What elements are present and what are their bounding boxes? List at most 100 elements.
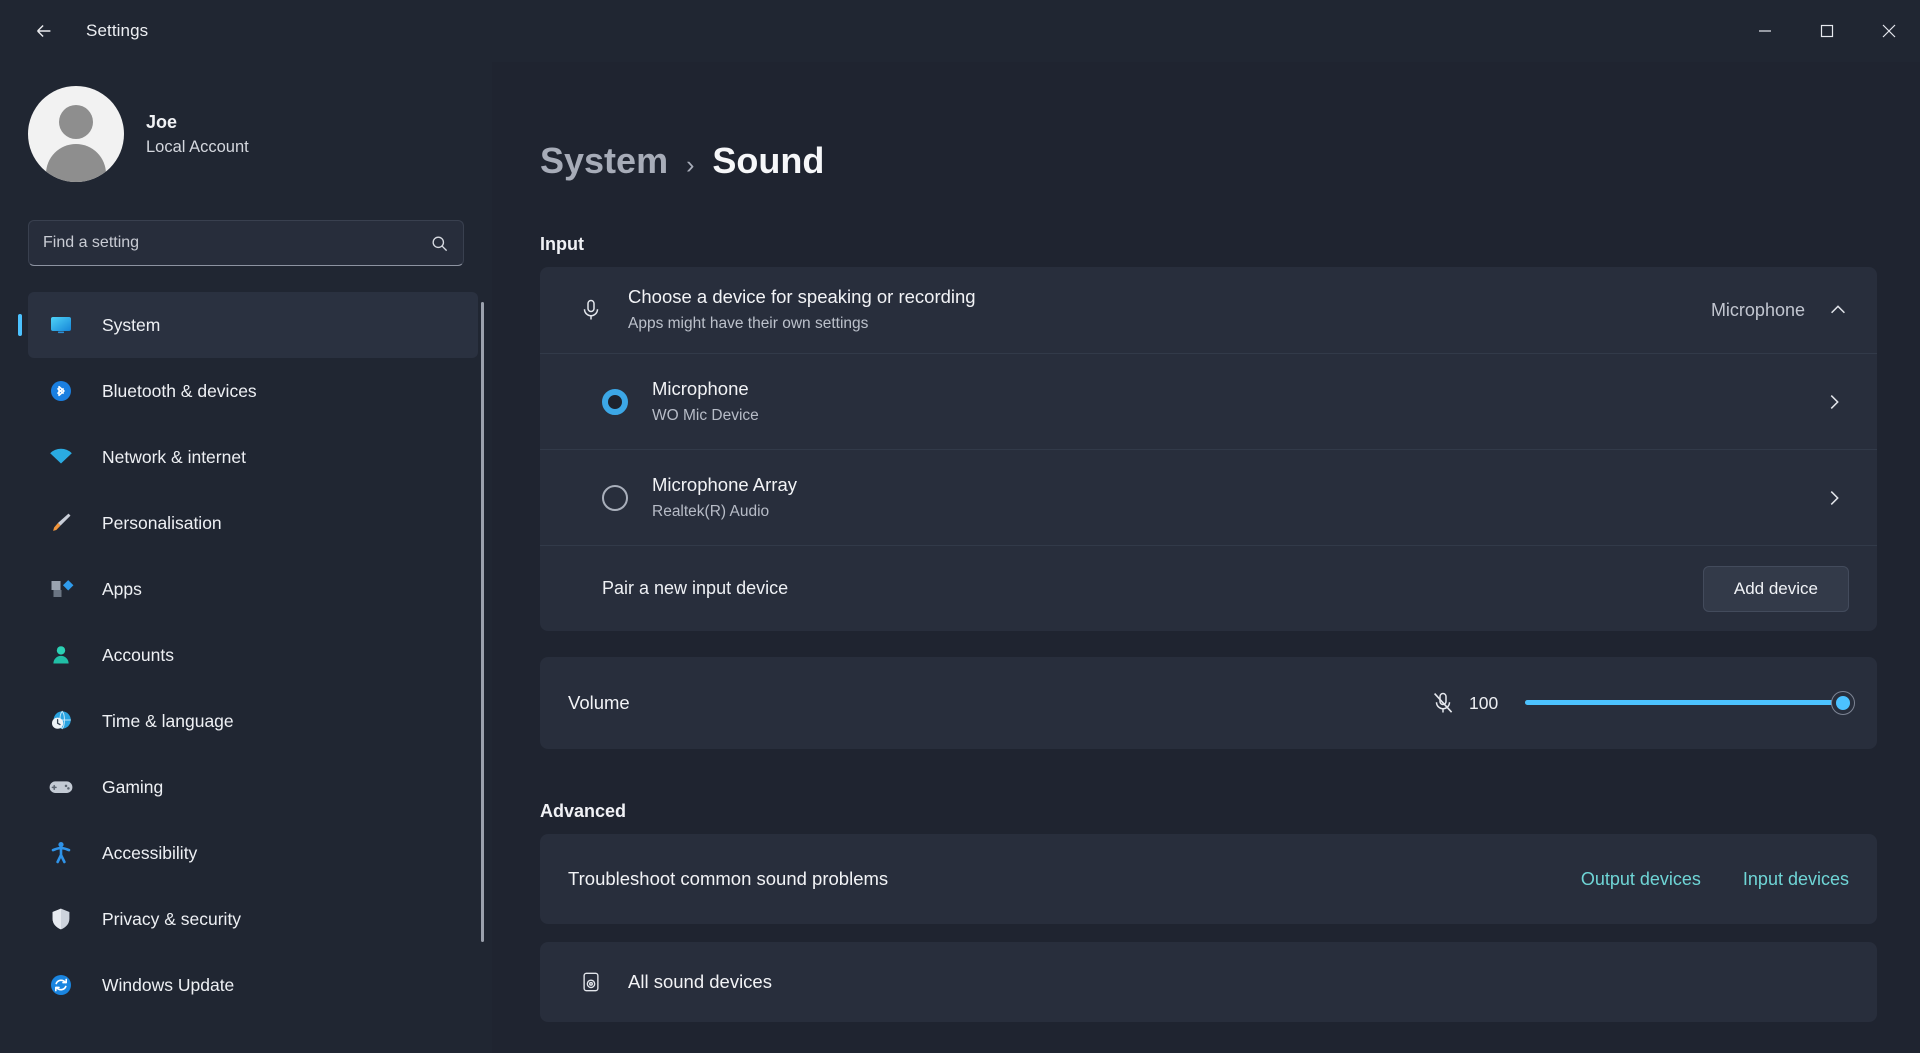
device-option-microphone-array[interactable]: Microphone Array Realtek(R) Audio bbox=[540, 449, 1877, 545]
sidebar-item-accounts[interactable]: Accounts bbox=[28, 622, 478, 688]
gamepad-icon bbox=[44, 773, 78, 801]
sidebar-item-label: Bluetooth & devices bbox=[102, 380, 257, 401]
all-sound-devices-card: All sound devices bbox=[540, 942, 1877, 1022]
account-block[interactable]: Joe Local Account bbox=[28, 86, 492, 182]
wifi-icon bbox=[44, 443, 78, 471]
troubleshoot-label: Troubleshoot common sound problems bbox=[568, 868, 889, 889]
app-shell: Joe Local Account Find a setting System … bbox=[0, 62, 1920, 1053]
all-sound-devices-label: All sound devices bbox=[628, 971, 772, 992]
sidebar-item-time-language[interactable]: Time & language bbox=[28, 688, 478, 754]
refresh-icon bbox=[44, 972, 78, 998]
sidebar-scrollbar-thumb[interactable] bbox=[481, 302, 484, 942]
sidebar-item-bluetooth-devices[interactable]: Bluetooth & devices bbox=[28, 358, 478, 424]
choose-device-right: Microphone bbox=[1711, 299, 1849, 321]
back-button[interactable] bbox=[22, 9, 66, 53]
pair-device-row: Pair a new input device Add device bbox=[540, 545, 1877, 631]
apps-icon bbox=[44, 576, 78, 602]
bluetooth-icon bbox=[44, 378, 78, 404]
account-name: Joe bbox=[146, 111, 178, 132]
sidebar-item-label: Windows Update bbox=[102, 974, 235, 995]
account-text: Joe Local Account bbox=[146, 109, 249, 160]
input-devices-card: Choose a device for speaking or recordin… bbox=[540, 267, 1877, 631]
sidebar-item-apps[interactable]: Apps bbox=[28, 556, 478, 622]
window-controls bbox=[1734, 0, 1920, 62]
volume-label: Volume bbox=[568, 692, 630, 713]
choose-device-row[interactable]: Choose a device for speaking or recordin… bbox=[540, 267, 1877, 353]
page-title: Sound bbox=[712, 140, 825, 181]
device-description: WO Mic Device bbox=[652, 406, 759, 424]
volume-controls: 100 bbox=[1431, 689, 1854, 717]
speaker-icon bbox=[568, 971, 614, 993]
avatar-body bbox=[46, 144, 106, 182]
breadcrumb-separator: › bbox=[686, 151, 695, 179]
minimize-icon bbox=[1759, 30, 1771, 32]
device-description: Realtek(R) Audio bbox=[652, 502, 770, 520]
title-bar: Settings bbox=[0, 0, 1920, 62]
input-section-heading: Input bbox=[540, 234, 584, 254]
sidebar-item-privacy-security[interactable]: Privacy & security bbox=[28, 886, 478, 952]
sidebar-item-label: Apps bbox=[102, 578, 142, 599]
sidebar: Joe Local Account Find a setting System … bbox=[0, 62, 492, 1053]
minimize-button[interactable] bbox=[1734, 0, 1796, 62]
search-icon bbox=[430, 234, 449, 253]
device-text: Microphone Array Realtek(R) Audio bbox=[652, 472, 797, 523]
volume-row: Volume 100 bbox=[540, 657, 1877, 749]
choose-device-text: Choose a device for speaking or recordin… bbox=[628, 284, 976, 335]
volume-slider[interactable] bbox=[1525, 689, 1854, 717]
add-device-button[interactable]: Add device bbox=[1702, 565, 1849, 612]
output-devices-link[interactable]: Output devices bbox=[1581, 869, 1701, 890]
sidebar-item-label: Time & language bbox=[102, 710, 234, 731]
sidebar-item-network-internet[interactable]: Network & internet bbox=[28, 424, 478, 490]
chevron-right-icon[interactable] bbox=[1823, 391, 1849, 413]
input-devices-link[interactable]: Input devices bbox=[1743, 869, 1849, 890]
volume-card: Volume 100 bbox=[540, 657, 1877, 749]
troubleshoot-row: Troubleshoot common sound problems Outpu… bbox=[540, 834, 1877, 924]
maximize-button[interactable] bbox=[1796, 0, 1858, 62]
microphone-icon bbox=[568, 298, 614, 322]
sidebar-item-personalisation[interactable]: Personalisation bbox=[28, 490, 478, 556]
sidebar-item-label: Gaming bbox=[102, 776, 164, 797]
clock-globe-icon bbox=[44, 708, 78, 734]
sidebar-item-label: Accessibility bbox=[102, 842, 198, 863]
radio-unselected[interactable] bbox=[602, 484, 628, 511]
choose-device-title: Choose a device for speaking or recordin… bbox=[628, 286, 976, 308]
sidebar-item-label: Network & internet bbox=[102, 446, 246, 467]
sidebar-nav: System Bluetooth & devices Network & int… bbox=[0, 292, 492, 1053]
sidebar-item-system[interactable]: System bbox=[28, 292, 478, 358]
avatar-head bbox=[59, 105, 93, 139]
troubleshoot-card: Troubleshoot common sound problems Outpu… bbox=[540, 834, 1877, 924]
volume-value: 100 bbox=[1469, 692, 1499, 713]
choose-device-subtitle: Apps might have their own settings bbox=[628, 315, 869, 333]
sidebar-item-gaming[interactable]: Gaming bbox=[28, 754, 478, 820]
search-input[interactable] bbox=[43, 234, 430, 252]
account-type: Local Account bbox=[146, 137, 249, 156]
selected-device-value: Microphone bbox=[1710, 299, 1805, 320]
back-arrow-icon bbox=[37, 24, 51, 38]
device-name: Microphone bbox=[652, 377, 749, 399]
mic-muted-icon[interactable] bbox=[1431, 691, 1455, 715]
chevron-up-icon[interactable] bbox=[1827, 299, 1849, 321]
main-content: System › Sound Input Choose a device for… bbox=[492, 62, 1920, 1053]
breadcrumb: System › Sound bbox=[540, 140, 1920, 182]
breadcrumb-root[interactable]: System bbox=[540, 140, 668, 182]
sidebar-item-label: Personalisation bbox=[102, 512, 222, 533]
chevron-right-icon[interactable] bbox=[1823, 487, 1849, 509]
device-option-microphone[interactable]: Microphone WO Mic Device bbox=[540, 353, 1877, 449]
monitor-icon bbox=[44, 312, 78, 338]
device-name: Microphone Array bbox=[652, 473, 797, 495]
slider-thumb[interactable] bbox=[1832, 692, 1854, 714]
radio-selected[interactable] bbox=[602, 388, 628, 415]
maximize-icon bbox=[1820, 24, 1834, 38]
close-button[interactable] bbox=[1858, 0, 1920, 62]
all-sound-devices-row[interactable]: All sound devices bbox=[540, 942, 1877, 1022]
avatar bbox=[28, 86, 124, 182]
search-box[interactable] bbox=[28, 220, 464, 266]
device-text: Microphone WO Mic Device bbox=[652, 376, 759, 427]
sidebar-item-label: System bbox=[102, 314, 161, 335]
close-icon bbox=[1882, 24, 1896, 38]
sidebar-item-windows-update[interactable]: Windows Update bbox=[28, 952, 478, 1018]
advanced-section-heading: Advanced bbox=[540, 801, 627, 821]
paintbrush-icon bbox=[44, 510, 78, 536]
sidebar-item-label: Privacy & security bbox=[102, 908, 242, 929]
sidebar-item-accessibility[interactable]: Accessibility bbox=[28, 820, 478, 886]
